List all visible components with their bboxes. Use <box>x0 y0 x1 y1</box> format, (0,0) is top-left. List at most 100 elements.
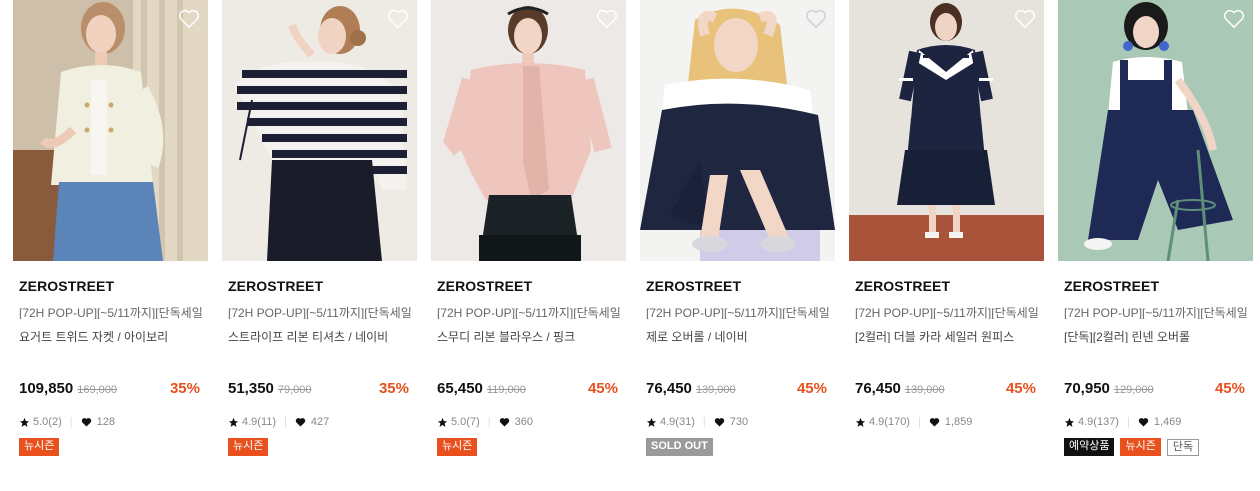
like-count: 1,469 <box>1153 416 1182 428</box>
review-meta: 4.9(11) | 427 <box>228 415 411 429</box>
original-price: 139,000 <box>904 384 945 396</box>
brand-name[interactable]: ZEROSTREET <box>646 278 829 295</box>
heart-filled-icon <box>714 418 724 427</box>
discount-rate: 35% <box>169 380 200 397</box>
sale-price: 51,350 <box>228 380 274 397</box>
product-photo-ribbon-blouse[interactable] <box>431 0 626 261</box>
star-icon <box>19 417 30 427</box>
review-meta: 5.0(2) | 128 <box>19 415 202 429</box>
product-name[interactable]: 요거트 트위드 자켓 / 아이보리 <box>19 328 202 343</box>
brand-name[interactable]: ZEROSTREET <box>437 278 620 295</box>
original-price: 79,000 <box>277 384 312 396</box>
divider: | <box>487 416 491 428</box>
price-row: 65,450 119,000 45% <box>437 380 620 400</box>
wishlist-heart-icon[interactable] <box>1223 9 1245 29</box>
sale-price: 70,950 <box>1064 380 1110 397</box>
divider: | <box>284 416 287 428</box>
product-card[interactable]: ZEROSTREET [72H POP-UP][~5/11까지][단독세일]..… <box>849 0 1044 456</box>
heart-filled-icon <box>929 418 940 427</box>
badge-list: 뉴시즌 <box>437 438 587 456</box>
brand-name[interactable]: ZEROSTREET <box>1064 278 1247 295</box>
price-row: 76,450 139,000 45% <box>855 380 1038 400</box>
product-name[interactable]: [2컬러] 더블 카라 세일러 원피스 <box>855 328 1038 343</box>
price-row: 76,450 139,000 45% <box>646 380 829 400</box>
sale-price: 65,450 <box>437 380 483 397</box>
badge-new-season: 뉴시즌 <box>1120 438 1161 456</box>
product-promo-tag[interactable]: [72H POP-UP][~5/11까지][단독세일]... <box>228 304 411 319</box>
heart-filled-icon <box>295 418 306 427</box>
product-card[interactable]: ZEROSTREET [72H POP-UP][~5/11까지][단독세일] 제… <box>640 0 835 456</box>
like-count: 427 <box>310 416 330 428</box>
product-image[interactable] <box>640 0 835 261</box>
product-grid: ZEROSTREET [72H POP-UP][~5/11까지][단독세일] 요… <box>13 0 1253 456</box>
product-promo-tag[interactable]: [72H POP-UP][~5/11까지][단독세일]... <box>437 304 620 319</box>
wishlist-heart-icon[interactable] <box>387 9 409 29</box>
discount-rate: 35% <box>378 380 409 397</box>
like-count: 730 <box>729 416 749 428</box>
rating-value: 4.9(170) <box>869 416 910 428</box>
sale-price: 76,450 <box>646 380 692 397</box>
badge-list: SOLD OUT <box>646 438 796 456</box>
like-count: 1,859 <box>944 416 973 428</box>
star-icon <box>437 417 448 427</box>
star-icon <box>1064 417 1075 427</box>
product-name[interactable]: [단독][2컬러] 린넨 오버롤 <box>1064 328 1247 343</box>
product-card[interactable]: ZEROSTREET [72H POP-UP][~5/11까지][단독세일]..… <box>431 0 626 456</box>
wishlist-heart-icon[interactable] <box>805 9 827 29</box>
rating-value: 5.0(7) <box>451 416 480 428</box>
badge-list: 뉴시즌 <box>228 438 378 456</box>
discount-rate: 45% <box>1214 380 1245 397</box>
star-icon <box>646 417 657 427</box>
divider: | <box>917 416 921 428</box>
product-card[interactable]: ZEROSTREET [72H POP-UP][~5/11까지][단독세일]..… <box>1058 0 1253 456</box>
divider: | <box>702 416 706 428</box>
original-price: 169,000 <box>77 384 117 396</box>
price-row: 51,350 79,000 35% <box>228 380 411 400</box>
product-card[interactable]: ZEROSTREET [72H POP-UP][~5/11까지][단독세일]..… <box>222 0 417 456</box>
product-photo-sailor-dress[interactable] <box>849 0 1044 261</box>
review-meta: 4.9(137) | 1,469 <box>1064 415 1247 429</box>
product-promo-tag[interactable]: [72H POP-UP][~5/11까지][단독세일]... <box>1064 304 1247 319</box>
badge-new-season: 뉴시즌 <box>228 438 269 456</box>
rating-value: 5.0(2) <box>33 416 62 428</box>
badge-list: 뉴시즌 <box>19 438 169 456</box>
sale-price: 76,450 <box>855 380 901 397</box>
badge-sold-out: SOLD OUT <box>646 438 713 456</box>
product-photo-stripe-tee[interactable] <box>222 0 417 261</box>
heart-filled-icon <box>81 418 91 427</box>
product-photo-tweed-jacket[interactable] <box>13 0 208 261</box>
brand-name[interactable]: ZEROSTREET <box>855 278 1038 295</box>
product-promo-tag[interactable]: [72H POP-UP][~5/11까지][단독세일] <box>19 304 202 319</box>
product-image[interactable] <box>431 0 626 261</box>
brand-name[interactable]: ZEROSTREET <box>228 278 411 295</box>
discount-rate: 45% <box>796 380 827 397</box>
sale-price: 109,850 <box>19 380 74 397</box>
product-photo-overall[interactable] <box>640 0 835 261</box>
product-image[interactable] <box>1058 0 1253 261</box>
product-promo-tag[interactable]: [72H POP-UP][~5/11까지][단독세일] <box>646 304 829 319</box>
wishlist-heart-icon[interactable] <box>596 9 618 29</box>
product-name[interactable]: 스트라이프 리본 티셔츠 / 네이비 <box>228 328 411 343</box>
product-photo-linen-overall[interactable] <box>1058 0 1253 261</box>
product-name[interactable]: 스무디 리본 블라우스 / 핑크 <box>437 328 620 343</box>
heart-filled-icon <box>1138 418 1149 427</box>
divider: | <box>1126 416 1130 428</box>
product-name[interactable]: 제로 오버롤 / 네이비 <box>646 328 829 343</box>
product-promo-tag[interactable]: [72H POP-UP][~5/11까지][단독세일]... <box>855 304 1038 319</box>
brand-name[interactable]: ZEROSTREET <box>19 278 202 295</box>
discount-rate: 45% <box>1005 380 1036 397</box>
product-image[interactable] <box>222 0 417 261</box>
product-image[interactable] <box>13 0 208 261</box>
price-row: 109,850 169,000 35% <box>19 380 202 400</box>
wishlist-heart-icon[interactable] <box>1014 9 1036 29</box>
like-count: 360 <box>514 416 533 428</box>
rating-value: 4.9(11) <box>242 416 277 428</box>
heart-filled-icon <box>499 418 509 427</box>
original-price: 119,000 <box>486 384 526 396</box>
wishlist-heart-icon[interactable] <box>178 9 200 29</box>
product-image[interactable] <box>849 0 1044 261</box>
rating-value: 4.9(137) <box>1078 416 1119 428</box>
product-card[interactable]: ZEROSTREET [72H POP-UP][~5/11까지][단독세일] 요… <box>13 0 208 456</box>
discount-rate: 45% <box>587 380 618 397</box>
badge-list: 예약상품 뉴시즌 단독 <box>1064 438 1214 456</box>
